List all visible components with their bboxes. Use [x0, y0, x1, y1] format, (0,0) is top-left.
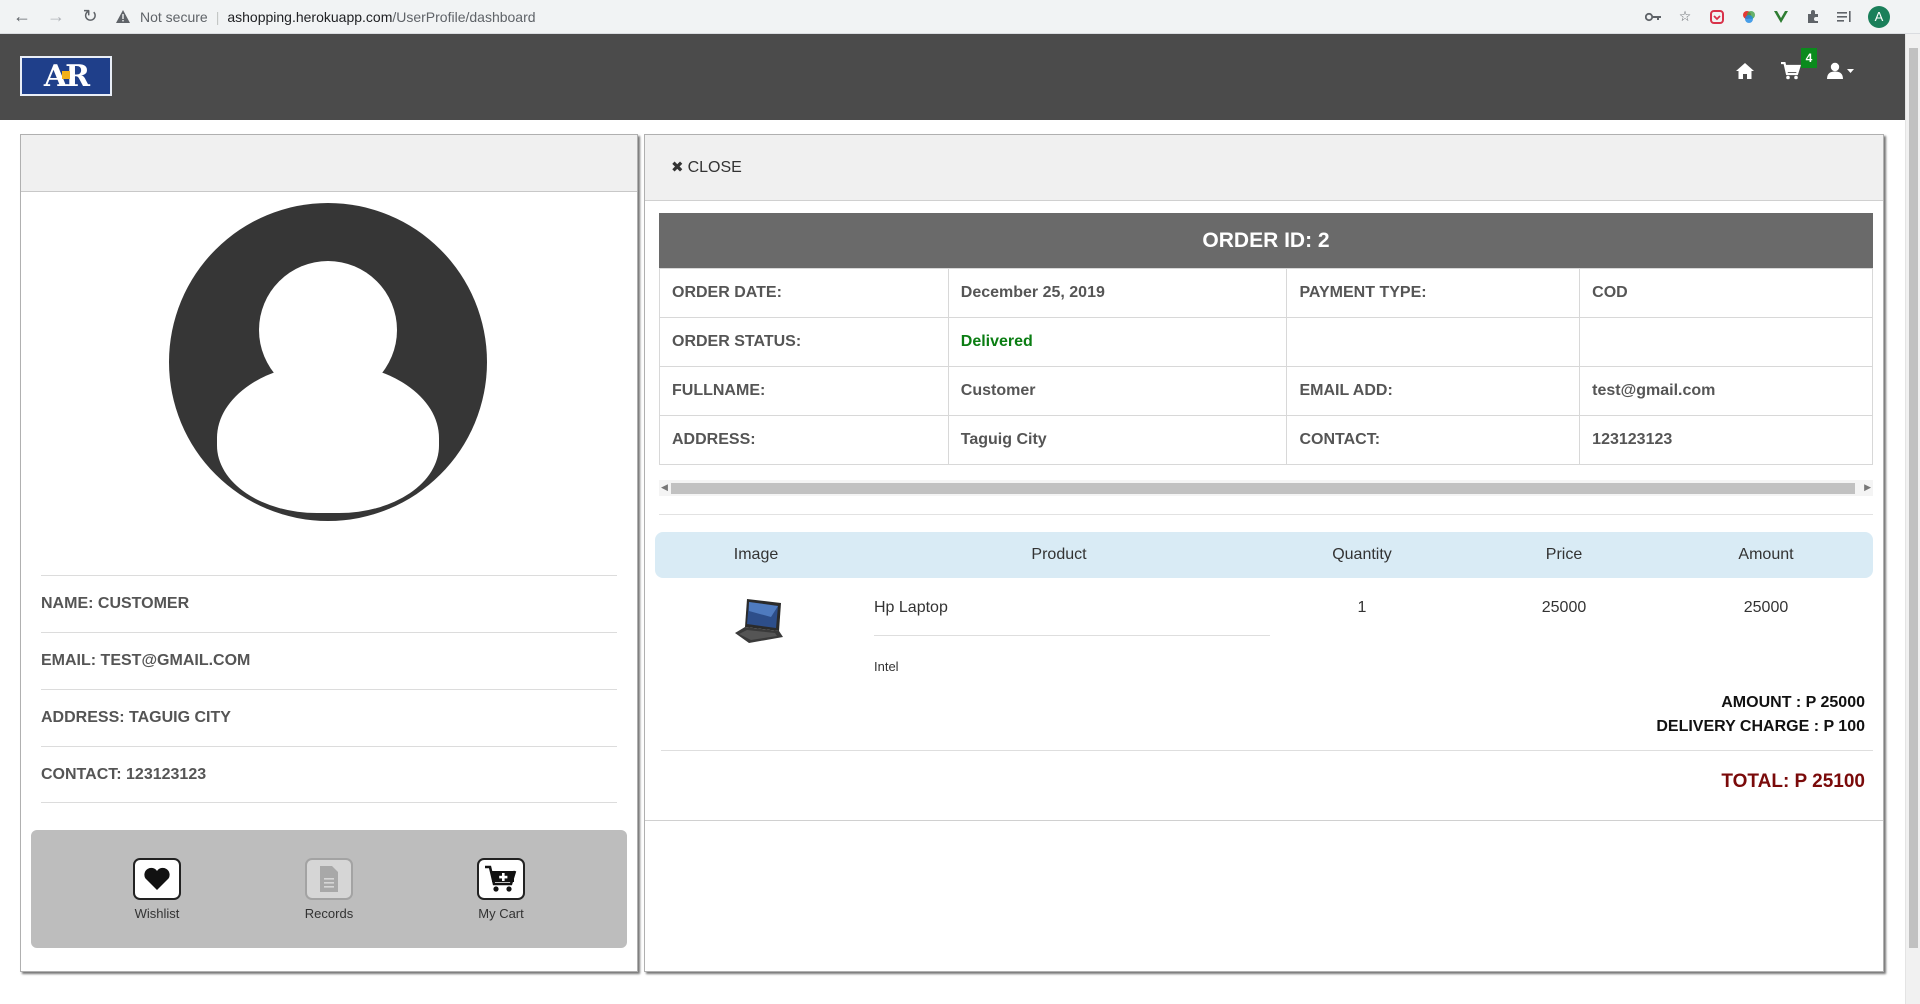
- user-menu-icon[interactable]: [1827, 62, 1855, 80]
- order-status-label: ORDER STATUS:: [659, 317, 949, 367]
- reading-list-icon[interactable]: [1836, 8, 1854, 26]
- divider: [645, 820, 1883, 821]
- empty-cell: [1286, 317, 1581, 367]
- wishlist-label: Wishlist: [134, 905, 180, 921]
- payment-type-label: PAYMENT TYPE:: [1286, 268, 1581, 318]
- warning-icon: [114, 9, 132, 25]
- table-scrollbar-thumb[interactable]: [671, 483, 1855, 494]
- scroll-left-arrow-icon[interactable]: ◀: [661, 482, 668, 493]
- profile-address: ADDRESS: TAGUIG CITY: [41, 689, 617, 746]
- puzzle-extensions-icon[interactable]: [1804, 8, 1822, 26]
- heart-icon: [133, 857, 181, 900]
- table-row: ADDRESS: Taguig City CONTACT: 123123123: [659, 415, 1873, 465]
- order-status-value: Delivered: [947, 317, 1288, 367]
- product-price: 25000: [1541, 599, 1587, 616]
- cart-count-badge: 4: [1801, 48, 1817, 68]
- laptop-product-image[interactable]: [733, 597, 785, 643]
- email-value: test@gmail.com: [1579, 366, 1873, 416]
- close-icon: ✖: [671, 159, 684, 176]
- user-avatar-icon: [169, 203, 487, 521]
- contact-value: 123123123: [1579, 415, 1873, 465]
- profile-card: NAME: CUSTOMER EMAIL: TEST@GMAIL.COM ADD…: [20, 134, 638, 972]
- address-value: Taguig City: [947, 415, 1288, 465]
- payment-type-value: COD: [1579, 268, 1873, 318]
- reload-icon[interactable]: ↻: [78, 5, 102, 29]
- my-cart-label: My Cart: [478, 905, 524, 921]
- profile-actions: Wishlist Records My Cart: [31, 830, 627, 948]
- close-label: CLOSE: [687, 159, 742, 176]
- table-row: FULLNAME: Customer EMAIL ADD: test@gmail…: [659, 366, 1873, 416]
- order-title: ORDER ID: 2: [659, 213, 1873, 268]
- divider: [659, 514, 1873, 515]
- document-icon: [305, 857, 353, 900]
- order-panel-header: ✖ CLOSE: [645, 135, 1883, 201]
- amount-line: AMOUNT : P 25000: [1721, 694, 1865, 711]
- home-icon[interactable]: [1735, 62, 1755, 80]
- cart-icon[interactable]: 4: [1781, 48, 1817, 80]
- profile-contact: CONTACT: 123123123: [41, 746, 617, 803]
- delivery-charge-line: DELIVERY CHARGE : P 100: [1656, 718, 1865, 735]
- address-bar[interactable]: Not secure | ashopping.herokuapp.com/Use…: [114, 4, 1594, 30]
- close-button[interactable]: ✖ CLOSE: [671, 158, 742, 177]
- order-date-label: ORDER DATE:: [659, 268, 949, 318]
- column-price: Price: [1545, 546, 1583, 563]
- address-separator: |: [215, 8, 220, 25]
- profile-info-list: NAME: CUSTOMER EMAIL: TEST@GMAIL.COM ADD…: [41, 575, 617, 803]
- order-total: TOTAL: P 25100: [1721, 771, 1865, 792]
- product-description: Intel: [874, 659, 899, 674]
- pocket-extension-icon[interactable]: [1708, 8, 1726, 26]
- fullname-label: FULLNAME:: [659, 366, 949, 416]
- items-table-header: Image Product Quantity Price Amount: [655, 532, 1873, 578]
- profile-email: EMAIL: TEST@GMAIL.COM: [41, 632, 617, 689]
- page-scrollbar-thumb[interactable]: [1909, 48, 1918, 948]
- order-info-table: ORDER DATE: December 25, 2019 PAYMENT TY…: [659, 268, 1873, 465]
- back-arrow-icon[interactable]: ←: [10, 5, 34, 29]
- order-date-value: December 25, 2019: [947, 268, 1288, 318]
- records-label: Records: [304, 905, 354, 921]
- empty-cell: [1579, 317, 1873, 367]
- site-header: AR 4: [0, 34, 1905, 120]
- address-label: ADDRESS:: [659, 415, 949, 465]
- product-amount: 25000: [1743, 599, 1789, 616]
- page-scrollbar[interactable]: [1905, 34, 1920, 1004]
- column-image: Image: [733, 546, 779, 563]
- scroll-right-arrow-icon[interactable]: ▶: [1864, 482, 1871, 493]
- security-label: Not secure: [140, 8, 208, 25]
- vue-extension-icon[interactable]: [1772, 8, 1790, 26]
- table-scrollbar[interactable]: ◀ ▶: [659, 480, 1873, 496]
- url-path: /UserProfile/dashboard: [392, 8, 536, 25]
- product-divider: [874, 635, 1270, 636]
- product-quantity: 1: [1357, 599, 1367, 616]
- key-icon[interactable]: [1644, 8, 1662, 26]
- forward-arrow-icon[interactable]: →: [44, 5, 68, 29]
- my-cart-button[interactable]: My Cart: [446, 857, 556, 921]
- contact-label: CONTACT:: [1286, 415, 1581, 465]
- order-summary: AMOUNT : P 25000 DELIVERY CHARGE : P 100: [1656, 691, 1865, 739]
- table-row: ORDER DATE: December 25, 2019 PAYMENT TY…: [659, 268, 1873, 318]
- column-quantity: Quantity: [1332, 546, 1392, 563]
- column-product: Product: [1031, 546, 1087, 563]
- avatar-head: [259, 261, 397, 399]
- cart-plus-icon: [477, 857, 525, 900]
- order-details-panel: ✖ CLOSE ORDER ID: 2 ORDER DATE: December …: [644, 134, 1884, 972]
- profile-name: NAME: CUSTOMER: [41, 575, 617, 632]
- email-label: EMAIL ADD:: [1286, 366, 1581, 416]
- product-name: Hp Laptop: [874, 599, 948, 616]
- fullname-value: Customer: [947, 366, 1288, 416]
- star-bookmark-icon[interactable]: ☆: [1676, 8, 1694, 26]
- records-button[interactable]: Records: [274, 857, 384, 921]
- table-row: ORDER STATUS: Delivered: [659, 317, 1873, 367]
- color-extension-icon[interactable]: [1740, 8, 1758, 26]
- url-host: ashopping.herokuapp.com: [227, 8, 393, 25]
- logo-accent: [62, 71, 70, 79]
- profile-card-header: [21, 135, 637, 192]
- divider: [661, 750, 1873, 751]
- profile-avatar-icon[interactable]: A: [1868, 5, 1890, 28]
- column-amount: Amount: [1738, 546, 1794, 563]
- site-logo[interactable]: AR: [20, 56, 112, 96]
- wishlist-button[interactable]: Wishlist: [102, 857, 212, 921]
- browser-toolbar: ← → ↻ Not secure | ashopping.herokuapp.c…: [0, 0, 1920, 34]
- table-row: Hp Laptop Intel 1 25000 25000: [655, 585, 1873, 705]
